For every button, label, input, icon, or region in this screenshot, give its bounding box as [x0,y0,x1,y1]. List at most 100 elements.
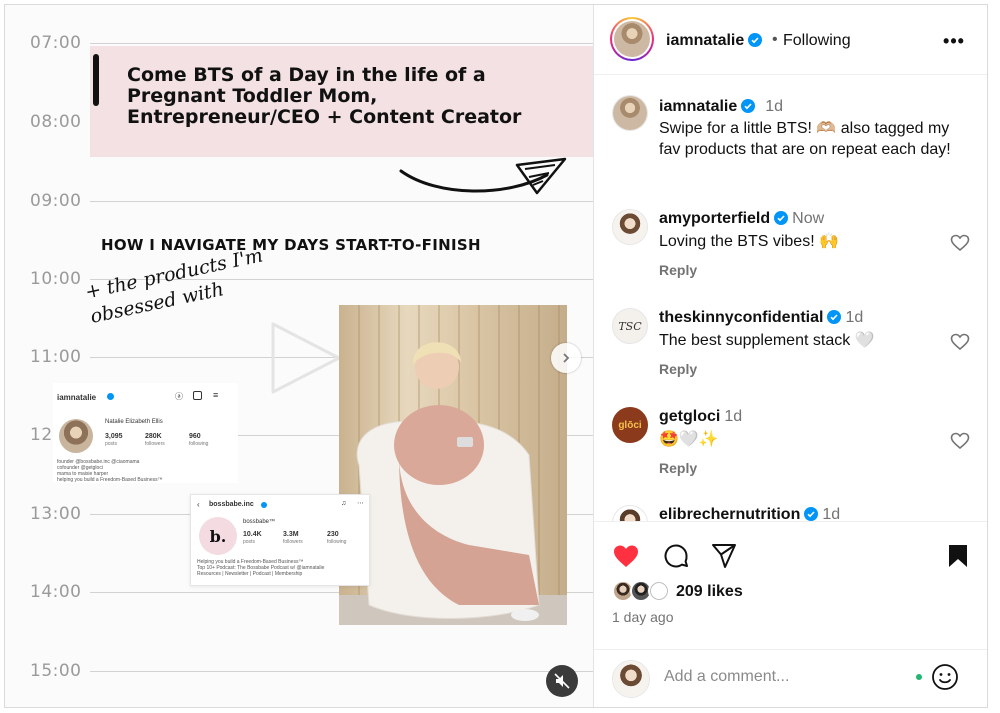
mini-card-following-label: following [327,539,347,545]
profile-shot-followers-label: followers [145,441,165,447]
reply-button[interactable]: Reply [659,361,697,377]
post-age: 1 day ago [612,609,674,625]
next-slide-button[interactable] [551,343,581,373]
time-label: 14:00 [30,582,82,602]
mini-card-followers-label: followers [283,539,303,545]
comment-text: 🤩🤍✨ [659,431,719,448]
bio-line: helping you build a Freedom-Based Busine… [57,477,163,483]
verified-icon [741,99,756,113]
reply-button[interactable]: Reply [659,460,697,476]
timeline-divider [90,671,593,672]
author-username[interactable]: iamnatalie [666,32,744,49]
comment-text: The best supplement stack 🤍 [659,332,875,349]
comment-username-block: getgloci 1d [659,408,742,426]
comment-input[interactable]: Add a comment... [664,668,789,686]
profile-shot-followers: 280K [145,433,162,440]
reply-button[interactable]: Reply [659,262,697,278]
profile-shot-following: 960 [189,433,201,440]
timeline-divider [90,201,593,202]
mini-card-followers: 3.3M [283,531,299,538]
comment-time: Now [792,210,825,227]
mini-card-following: 230 [327,531,339,538]
profile-shot-username: iamnatalie [57,393,97,402]
mini-card-handle: bossbabe.inc [209,501,254,508]
new-post-icon [193,391,202,400]
mini-card-logo: b. [199,517,237,555]
comment-username[interactable]: amyporterfield [659,210,770,227]
comment-avatar[interactable] [612,505,648,521]
like-comment-icon[interactable] [950,431,970,451]
comment-username[interactable]: getgloci [659,408,720,425]
bookmark-filled-icon[interactable] [944,542,972,570]
time-label: 08:00 [30,112,82,132]
caption-text: Swipe for a little BTS! 🫶🏼 also tagged m… [659,120,951,158]
like-comment-icon[interactable] [950,233,970,253]
time-label: 07:00 [30,33,82,53]
tagged-profile-card[interactable]: ‹ bossbabe.inc ♫ ⋯ b. bossbabe™ 10.4K po… [190,494,370,586]
timeline-divider [90,43,593,44]
comment-username[interactable]: theskinnyconfidential [659,309,823,326]
current-user-avatar [612,660,650,698]
play-icon[interactable] [267,318,345,398]
profile-shot-posts-label: posts [105,441,117,447]
menu-icon: ≡ [213,390,219,400]
instagram-post-modal: 07:00 08:00 09:00 10:00 11:00 12 13:00 1… [4,4,988,708]
mini-card-bio: Helping you build a Freedom-Based Busine… [197,559,367,577]
likes-count[interactable]: 209 likes [676,583,743,601]
caption-username[interactable]: iamnatalie [659,98,737,115]
comment-username-block: theskinnyconfidential 1d [659,309,863,327]
profile-shot-avatar [59,419,93,453]
time-label: 12 [30,425,53,445]
mini-card-posts: 10.4K [243,531,262,538]
share-icon[interactable] [710,542,738,570]
profile-shot-following-label: following [189,441,209,447]
comment-time: 1d [724,408,743,425]
comment-text: Loving the BTS vibes! 🙌 [659,233,840,250]
comment-username-block: elibrechernutrition 1d [659,506,840,521]
comment-username-block: amyporterfield Now [659,210,824,228]
mini-card-name: bossbabe™ [243,519,276,525]
verified-icon [774,211,789,225]
timeline-row: 15:00 [5,661,593,681]
mute-button[interactable] [546,665,578,697]
more-options-button[interactable]: ••• [942,31,966,51]
photo-illustration [339,305,567,625]
post-actions: 209 likes 1 day ago [594,521,987,649]
comment-avatar[interactable] [612,209,648,245]
caption-username-block: iamnatalie 1d [659,98,783,116]
author-avatar[interactable] [610,17,654,61]
profile-shot-posts: 3,095 [105,433,123,440]
emoji-icon[interactable] [930,662,960,692]
profile-shot-name: Natalie Elizabeth Ellis [105,419,163,425]
bell-icon: ♫ [341,500,347,507]
comment-avatar[interactable]: glōci [612,407,648,443]
separator-dot: • [772,31,778,48]
more-icon: ⋯ [357,500,364,507]
caption-time: 1d [765,98,784,115]
verified-icon [107,393,114,400]
following-button[interactable]: Following [783,32,851,50]
caption-avatar[interactable] [612,95,648,131]
author-username-block[interactable]: iamnatalie [666,32,763,50]
bio-line: Resources | Newsletter | Podcast | Membe… [197,571,303,577]
time-label: 13:00 [30,504,82,524]
like-comment-icon[interactable] [950,332,970,352]
comment-username[interactable]: elibrechernutrition [659,506,800,521]
liker-avatar [648,580,670,602]
heart-filled-icon[interactable] [612,542,640,570]
status-dot [916,674,922,680]
comment-icon[interactable] [662,542,690,570]
comments-list[interactable]: iamnatalie 1d Swipe for a little BTS! 🫶🏼 … [594,75,987,521]
post-header: iamnatalie • Following ••• [594,5,987,75]
comment-time: 1d [845,309,864,326]
comment-avatar[interactable]: TSC [612,308,648,344]
verified-icon [261,502,267,508]
mini-card-posts-label: posts [243,539,255,545]
threads-icon: ⓐ [175,392,183,401]
post-media[interactable]: 07:00 08:00 09:00 10:00 11:00 12 13:00 1… [5,5,593,707]
profile-screenshot: iamnatalie ⓐ ≡ Natalie Elizabeth Ellis 3… [53,383,238,483]
time-label: 10:00 [30,269,82,289]
profile-shot-bio: founder @bossbabe.inc @ciaomama cofounde… [57,459,237,483]
chevron-right-icon [563,353,570,363]
back-chevron-icon: ‹ [197,500,200,509]
